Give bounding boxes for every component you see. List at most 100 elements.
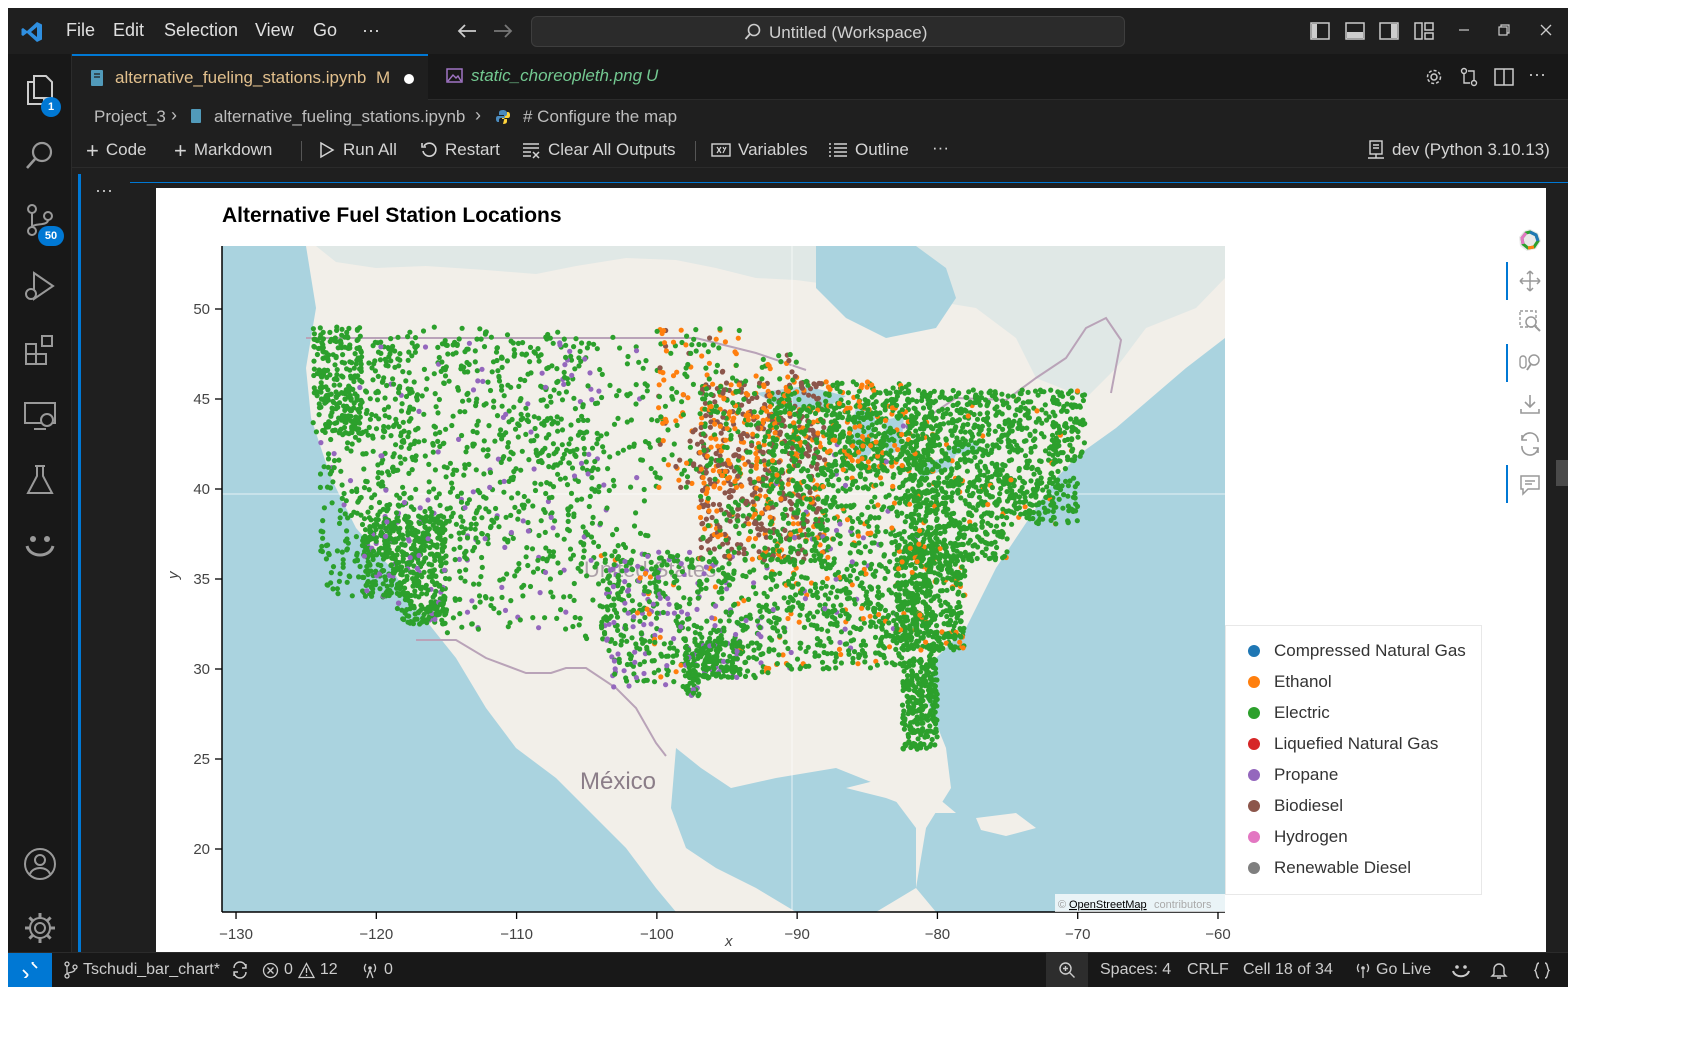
station-point bbox=[832, 437, 838, 443]
station-point bbox=[402, 456, 408, 462]
station-point bbox=[797, 645, 803, 651]
settings-gear-icon[interactable] bbox=[1424, 67, 1444, 87]
station-point bbox=[746, 655, 752, 661]
station-point bbox=[857, 519, 864, 525]
breadcrumb-file[interactable]: alternative_fueling_stations.ipynb bbox=[214, 107, 465, 127]
station-point bbox=[885, 612, 892, 619]
station-point bbox=[341, 490, 347, 497]
station-point bbox=[936, 442, 943, 448]
minimize-icon[interactable] bbox=[1456, 22, 1472, 38]
outline-button[interactable]: Outline bbox=[828, 140, 909, 160]
station-point bbox=[543, 490, 549, 497]
station-point bbox=[831, 461, 837, 468]
add-markdown-cell-button[interactable]: + Markdown bbox=[174, 137, 272, 163]
station-point bbox=[817, 602, 823, 608]
restore-icon[interactable] bbox=[1496, 22, 1512, 38]
station-point bbox=[820, 419, 826, 425]
split-editor-icon[interactable] bbox=[1494, 67, 1514, 87]
station-point bbox=[770, 448, 776, 454]
station-point bbox=[407, 561, 413, 567]
toggle-primary-sidebar-icon[interactable] bbox=[1310, 21, 1330, 41]
station-point bbox=[453, 521, 459, 527]
accounts-icon[interactable] bbox=[22, 846, 58, 882]
station-point bbox=[354, 488, 360, 495]
run-all-button[interactable]: Run All bbox=[318, 140, 397, 160]
station-point bbox=[464, 609, 471, 615]
toggle-secondary-sidebar-icon[interactable] bbox=[1379, 21, 1399, 41]
station-point bbox=[364, 407, 370, 414]
station-point bbox=[625, 610, 631, 616]
toggle-panel-icon[interactable] bbox=[1345, 21, 1365, 41]
station-point bbox=[628, 484, 634, 490]
station-point bbox=[632, 659, 638, 665]
forward-arrow-icon[interactable] bbox=[492, 21, 514, 41]
station-point bbox=[670, 659, 676, 665]
station-point bbox=[836, 646, 843, 652]
station-point bbox=[769, 519, 775, 525]
menu-edit[interactable]: Edit bbox=[113, 20, 144, 41]
station-point bbox=[727, 518, 733, 524]
command-center-search[interactable]: Untitled (Workspace) bbox=[531, 16, 1125, 47]
search-view-icon[interactable] bbox=[22, 138, 58, 174]
back-arrow-icon[interactable] bbox=[456, 21, 478, 41]
station-point bbox=[811, 553, 817, 559]
breadcrumb-section[interactable]: # Configure the map bbox=[523, 107, 677, 127]
plus-icon: + bbox=[174, 137, 187, 163]
station-point bbox=[984, 443, 990, 449]
station-point bbox=[702, 423, 708, 429]
restart-button[interactable]: Restart bbox=[420, 140, 500, 160]
station-point bbox=[857, 652, 863, 658]
station-point bbox=[975, 502, 981, 508]
testing-flask-icon[interactable] bbox=[22, 462, 58, 498]
menu-more[interactable]: ··· bbox=[362, 20, 380, 41]
station-point bbox=[730, 418, 736, 424]
customize-layout-icon[interactable] bbox=[1414, 21, 1434, 41]
station-point bbox=[748, 468, 754, 474]
station-point bbox=[746, 412, 752, 418]
tab-more-actions-icon[interactable]: ··· bbox=[1528, 64, 1546, 85]
station-point bbox=[900, 423, 907, 429]
add-code-cell-button[interactable]: + Code bbox=[86, 139, 147, 161]
menu-file[interactable]: File bbox=[66, 20, 95, 41]
station-point bbox=[938, 458, 945, 464]
station-point bbox=[684, 556, 690, 562]
station-point bbox=[446, 378, 452, 384]
station-point bbox=[768, 500, 774, 506]
station-point bbox=[387, 587, 393, 594]
station-point bbox=[366, 487, 372, 493]
station-point bbox=[756, 603, 762, 609]
station-point bbox=[1038, 475, 1044, 481]
tab-notebook[interactable]: alternative_fueling_stations.ipynb M bbox=[72, 54, 428, 100]
menu-selection[interactable]: Selection bbox=[164, 20, 238, 41]
station-point bbox=[626, 651, 632, 657]
copilot-face-icon[interactable] bbox=[22, 526, 58, 562]
station-point bbox=[703, 469, 709, 475]
station-point bbox=[668, 350, 674, 356]
unsaved-dot-icon[interactable] bbox=[404, 74, 414, 84]
kernel-picker-button[interactable]: dev (Python 3.10.13) bbox=[1367, 140, 1550, 160]
station-point bbox=[916, 478, 922, 484]
menu-go[interactable]: Go bbox=[313, 20, 337, 41]
cell-more-actions-icon[interactable]: ··· bbox=[95, 180, 113, 201]
station-point bbox=[850, 518, 856, 525]
station-point bbox=[810, 506, 816, 512]
station-point bbox=[391, 451, 397, 457]
station-point bbox=[345, 440, 351, 446]
station-point bbox=[857, 583, 863, 589]
compare-changes-icon[interactable] bbox=[1459, 67, 1479, 87]
tab-image[interactable]: static_choreopleth.png U bbox=[430, 54, 692, 100]
manage-gear-icon[interactable] bbox=[22, 910, 58, 946]
close-window-icon[interactable] bbox=[1538, 22, 1554, 38]
toolbar-more-icon[interactable]: ··· bbox=[932, 138, 949, 158]
menu-view[interactable]: View bbox=[255, 20, 294, 41]
station-point bbox=[631, 443, 637, 449]
variables-button[interactable]: Variables bbox=[711, 140, 808, 160]
remote-explorer-icon[interactable] bbox=[22, 398, 58, 434]
station-point bbox=[629, 567, 636, 573]
run-and-debug-icon[interactable] bbox=[22, 268, 58, 304]
extensions-icon[interactable] bbox=[22, 332, 58, 368]
breadcrumb-folder[interactable]: Project_3 bbox=[94, 107, 166, 127]
station-point bbox=[907, 423, 913, 429]
clear-all-outputs-button[interactable]: Clear All Outputs bbox=[521, 140, 676, 160]
station-point bbox=[565, 512, 571, 518]
